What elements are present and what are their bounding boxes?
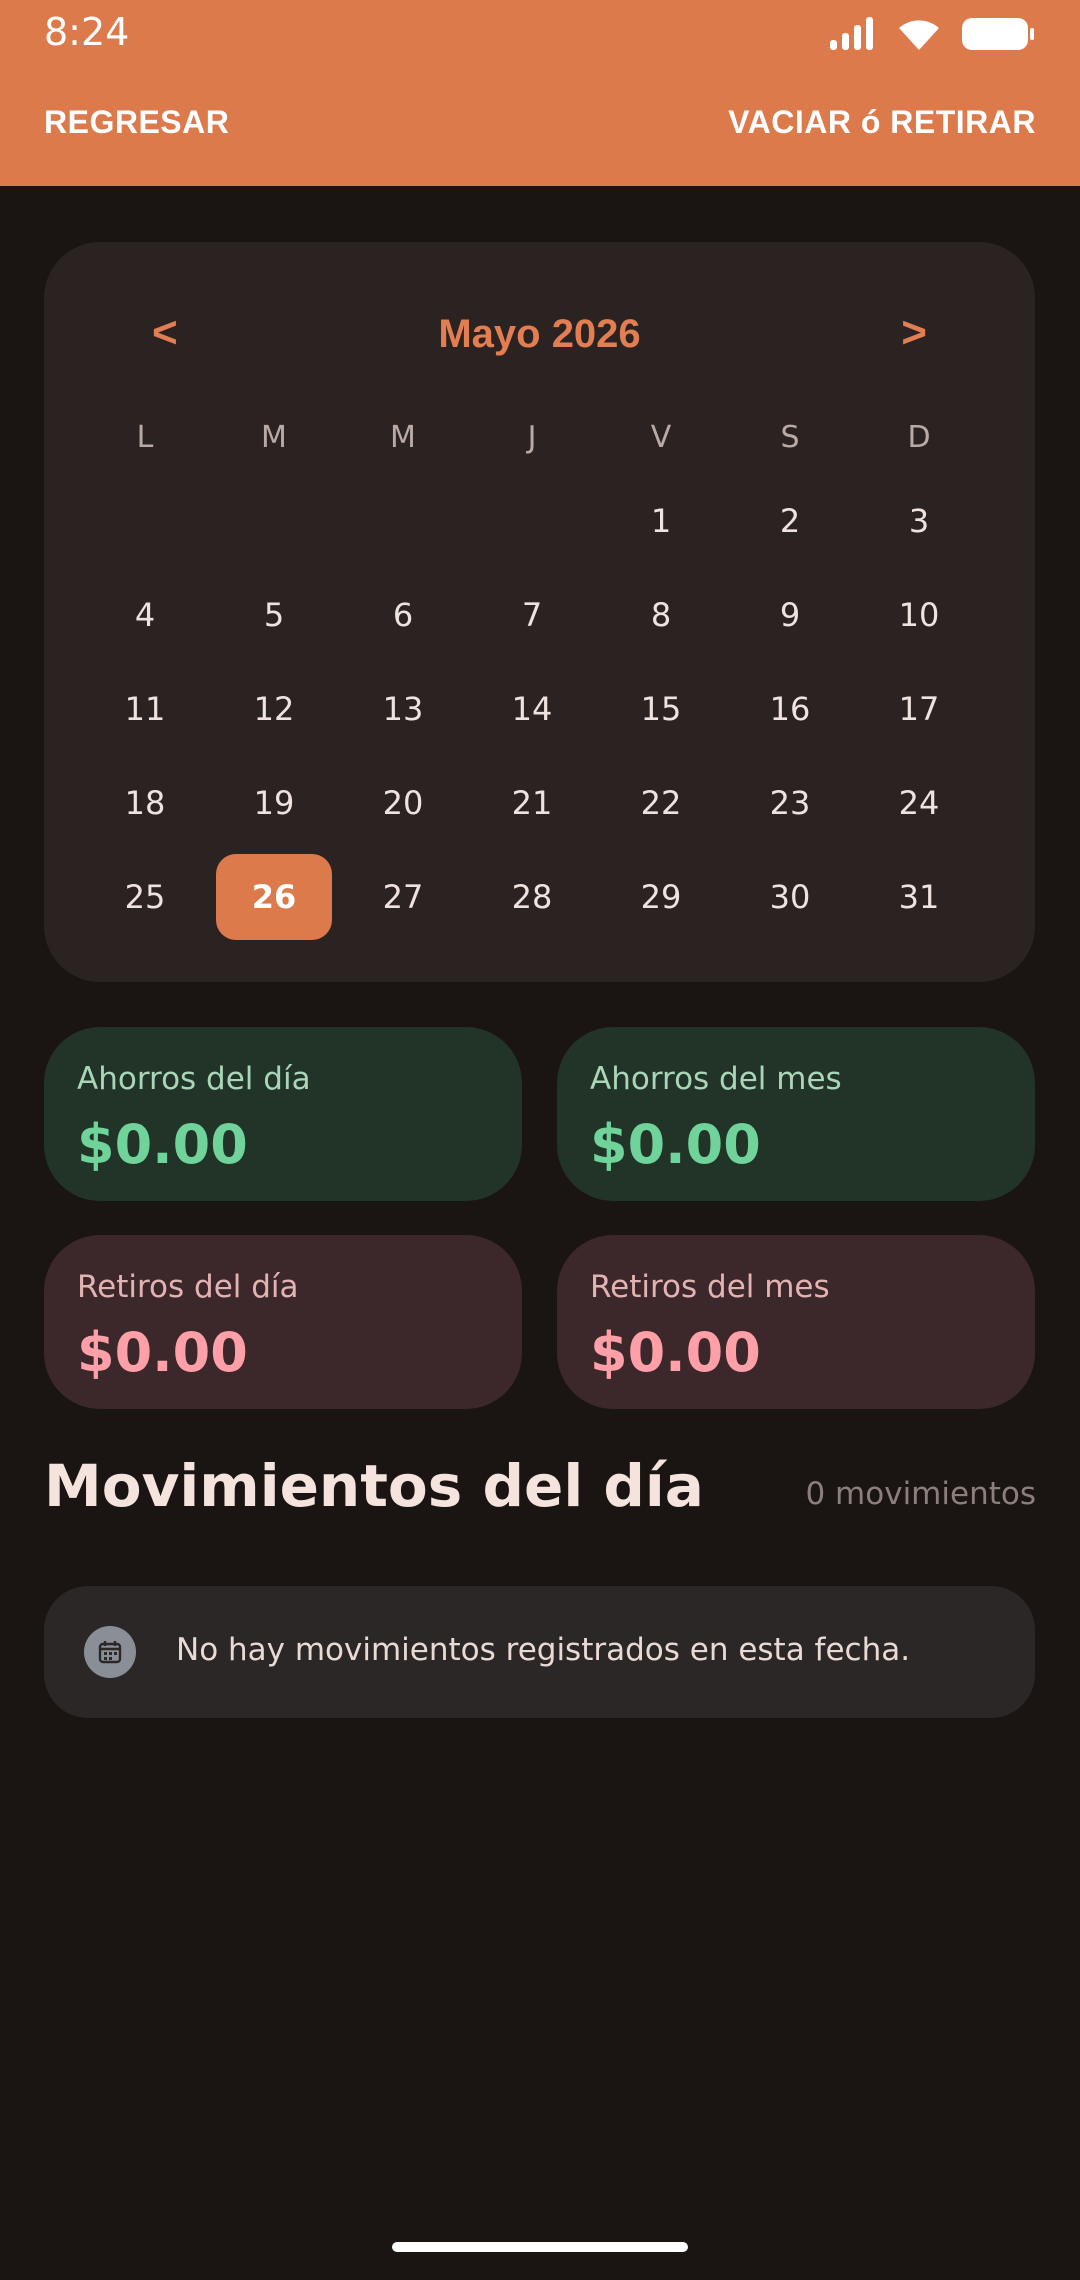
battery-icon xyxy=(962,18,1034,50)
withdrawals-day-value: $0.00 xyxy=(77,1321,248,1384)
calendar-icon xyxy=(84,1626,136,1678)
calendar-day[interactable]: 28 xyxy=(474,854,590,940)
calendar-day[interactable]: 14 xyxy=(474,666,590,752)
wifi-icon xyxy=(899,20,939,50)
next-month-button[interactable]: > xyxy=(901,308,927,358)
calendar-day[interactable]: 17 xyxy=(861,666,977,752)
calendar-day[interactable]: 12 xyxy=(216,666,332,752)
calendar-day[interactable]: 16 xyxy=(732,666,848,752)
calendar-day[interactable]: 20 xyxy=(345,760,461,846)
calendar-day[interactable]: 19 xyxy=(216,760,332,846)
calendar-day[interactable]: 13 xyxy=(345,666,461,752)
top-bar: 8:24 REGRESAR VACIAR ó RETIRAR xyxy=(0,0,1080,186)
weekday-header: L xyxy=(136,419,154,455)
calendar-day[interactable]: 25 xyxy=(87,854,203,940)
home-indicator[interactable] xyxy=(392,2242,688,2252)
calendar-day[interactable]: 21 xyxy=(474,760,590,846)
month-header: Mayo 2026 < > xyxy=(44,308,1035,376)
empty-or-withdraw-button[interactable]: VACIAR ó RETIRAR xyxy=(728,104,1036,141)
savings-day-label: Ahorros del día xyxy=(77,1061,311,1097)
calendar-day[interactable]: 27 xyxy=(345,854,461,940)
month-title: Mayo 2026 xyxy=(438,312,641,356)
weekday-header: M xyxy=(261,419,287,455)
calendar-day[interactable]: 3 xyxy=(861,478,977,564)
savings-day-value: $0.00 xyxy=(77,1113,248,1176)
calendar-day[interactable]: 10 xyxy=(861,572,977,658)
calendar-day-selected[interactable]: 26 xyxy=(216,854,332,940)
withdrawals-month-card: Retiros del mes $0.00 xyxy=(557,1235,1035,1409)
calendar-day[interactable]: 24 xyxy=(861,760,977,846)
savings-month-card: Ahorros del mes $0.00 xyxy=(557,1027,1035,1201)
calendar-day[interactable]: 29 xyxy=(603,854,719,940)
empty-movements-message: No hay movimientos registrados en esta f… xyxy=(176,1632,911,1668)
empty-movements-card: No hay movimientos registrados en esta f… xyxy=(44,1586,1035,1718)
calendar-day[interactable]: 11 xyxy=(87,666,203,752)
signal-icon xyxy=(830,17,873,50)
calendar-day[interactable]: 4 xyxy=(87,572,203,658)
calendar-day[interactable]: 2 xyxy=(732,478,848,564)
withdrawals-month-value: $0.00 xyxy=(590,1321,761,1384)
savings-day-card: Ahorros del día $0.00 xyxy=(44,1027,522,1201)
calendar-day[interactable]: 8 xyxy=(603,572,719,658)
weekday-header: J xyxy=(527,419,537,455)
calendar-day[interactable]: 31 xyxy=(861,854,977,940)
previous-month-button[interactable]: < xyxy=(152,308,178,358)
movements-title: Movimientos del día xyxy=(44,1452,704,1520)
calendar: Mayo 2026 < > L M M J V S D 1 2 3 4 5 6 7 8 9 10 11 12 13 14… xyxy=(44,242,1035,982)
movements-count: 0 movimientos xyxy=(805,1476,1036,1512)
weekday-header: D xyxy=(907,419,931,455)
withdrawals-day-card: Retiros del día $0.00 xyxy=(44,1235,522,1409)
back-button[interactable]: REGRESAR xyxy=(44,104,229,141)
calendar-day[interactable]: 9 xyxy=(732,572,848,658)
status-icons xyxy=(828,14,1036,54)
calendar-day[interactable]: 6 xyxy=(345,572,461,658)
calendar-day[interactable]: 18 xyxy=(87,760,203,846)
calendar-day[interactable]: 23 xyxy=(732,760,848,846)
calendar-day[interactable]: 15 xyxy=(603,666,719,752)
calendar-day[interactable]: 5 xyxy=(216,572,332,658)
calendar-day[interactable]: 30 xyxy=(732,854,848,940)
savings-month-value: $0.00 xyxy=(590,1113,761,1176)
calendar-day[interactable]: 22 xyxy=(603,760,719,846)
withdrawals-month-label: Retiros del mes xyxy=(590,1269,830,1305)
withdrawals-day-label: Retiros del día xyxy=(77,1269,299,1305)
savings-month-label: Ahorros del mes xyxy=(590,1061,842,1097)
weekday-header: S xyxy=(780,419,800,455)
calendar-day[interactable]: 7 xyxy=(474,572,590,658)
weekday-header: V xyxy=(650,419,672,455)
status-time: 8:24 xyxy=(44,10,130,54)
weekday-header: M xyxy=(390,419,416,455)
calendar-day[interactable]: 1 xyxy=(603,478,719,564)
